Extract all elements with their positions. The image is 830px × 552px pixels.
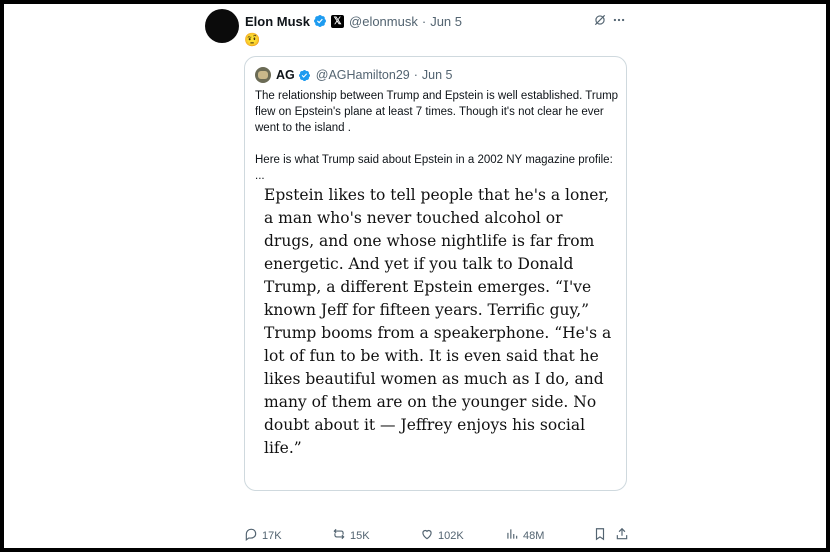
quoted-tweet[interactable]: AG @AGHamilton29 · Jun 5 The relationshi… [244,56,627,491]
share-icon [615,527,633,544]
reply-count: 17K [262,529,282,542]
quoted-author-name[interactable]: AG [276,68,295,82]
quoted-author-avatar[interactable] [255,67,271,83]
bookmark-button[interactable] [593,527,611,544]
separator-dot: · [413,68,418,82]
views-icon [505,527,523,544]
separator-dot: · [421,13,427,29]
reply-button[interactable]: 17K [244,527,282,544]
quoted-image-excerpt: Epstein likes to tell people that he's a… [264,186,612,457]
quoted-tweet-header: AG @AGHamilton29 · Jun 5 [255,67,453,83]
quoted-post-time[interactable]: Jun 5 [422,68,453,82]
reply-icon [244,527,262,544]
repost-icon [332,527,350,544]
post-time[interactable]: Jun 5 [430,14,462,29]
like-count: 102K [438,529,464,542]
bookmark-icon [593,527,611,544]
more-icon[interactable] [612,13,626,32]
quoted-author-handle[interactable]: @AGHamilton29 [316,68,410,82]
tweet-header: Elon Musk 𝕏 @elonmusk · Jun 5 [245,12,462,30]
repost-button[interactable]: 15K [332,527,370,544]
author-avatar[interactable] [205,9,239,43]
repost-count: 15K [350,529,370,542]
grok-icon[interactable] [593,13,607,32]
tweet-card: Elon Musk 𝕏 @elonmusk · Jun 5 🤨 AG @AGHa… [4,4,826,548]
post-text: 🤨 [244,32,261,47]
like-button[interactable]: 102K [420,527,464,544]
author-handle[interactable]: @elonmusk [349,14,418,29]
like-icon [420,527,438,544]
verified-badge-icon [313,14,327,28]
views-count: 48M [523,529,545,542]
share-button[interactable] [615,527,633,544]
quoted-tweet-text: The relationship between Trump and Epste… [255,90,619,182]
author-name[interactable]: Elon Musk [245,14,310,29]
verified-badge-icon [298,69,311,82]
x-affiliate-badge-icon: 𝕏 [331,14,345,28]
views-button[interactable]: 48M [505,527,544,544]
